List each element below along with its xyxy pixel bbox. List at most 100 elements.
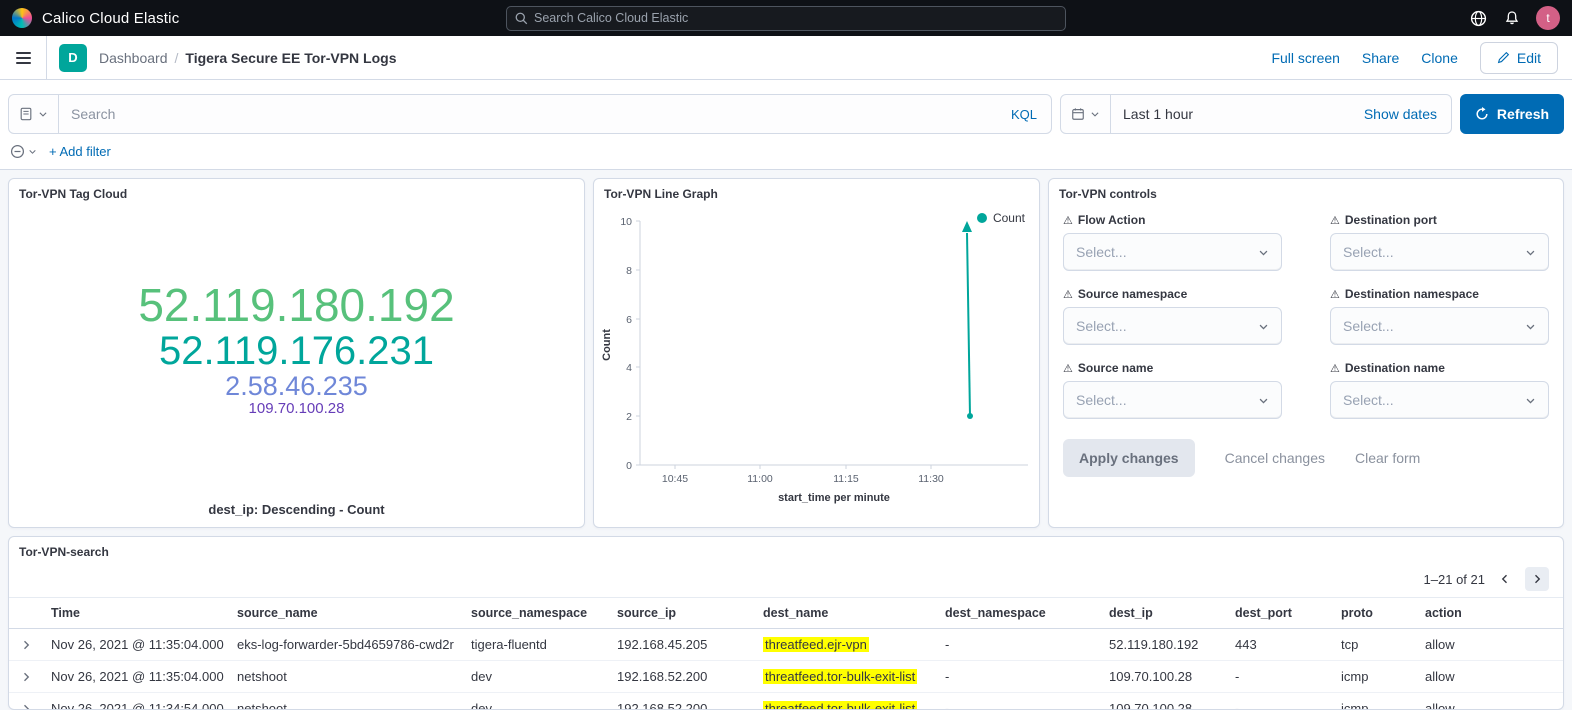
- edit-button[interactable]: Edit: [1480, 42, 1558, 74]
- svg-text:Count: Count: [601, 329, 613, 361]
- destination-namespace-select[interactable]: Select...: [1330, 307, 1549, 345]
- breadcrumb: Dashboard / Tigera Secure EE Tor-VPN Log…: [99, 50, 396, 66]
- svg-text:6: 6: [626, 314, 632, 326]
- query-language-button[interactable]: KQL: [1011, 107, 1051, 122]
- cell-time: Nov 26, 2021 @ 11:34:54.000: [43, 701, 229, 710]
- cell-dest-ip: 109.70.100.28: [1101, 669, 1227, 684]
- field-label: Source name: [1078, 361, 1153, 375]
- field-label: Flow Action: [1078, 213, 1146, 227]
- global-search-input[interactable]: [534, 11, 1057, 25]
- control-destination-port: ⚠Destination port Select...: [1330, 213, 1549, 271]
- table-header-row: Time source_name source_namespace source…: [9, 597, 1563, 629]
- refresh-icon: [1475, 107, 1489, 121]
- panels-row: Tor-VPN Tag Cloud 52.119.180.192 52.119.…: [8, 178, 1564, 528]
- elastic-logo-icon[interactable]: [12, 8, 32, 28]
- svg-text:0: 0: [626, 460, 632, 472]
- menu-button[interactable]: [0, 36, 47, 79]
- next-page-button[interactable]: [1525, 567, 1549, 591]
- highlighted-value: threatfeed.tor-bulk-exit-list: [763, 701, 917, 710]
- cell-source-namespace: tigera-fluentd: [463, 637, 609, 652]
- global-search[interactable]: [506, 6, 1066, 31]
- chevron-down-icon: [28, 147, 37, 156]
- expand-row-button[interactable]: [17, 703, 35, 710]
- field-label: Destination port: [1345, 213, 1437, 227]
- svg-text:10: 10: [620, 216, 632, 228]
- flow-action-select[interactable]: Select...: [1063, 233, 1282, 271]
- line-chart: 0 2 4 6 8 10 10:45 11:00 11:15 11:30 sta…: [596, 205, 1037, 525]
- source-name-select[interactable]: Select...: [1063, 381, 1282, 419]
- quick-select-menu-button[interactable]: [1061, 95, 1111, 133]
- cell-dest-namespace: -: [937, 701, 1101, 710]
- svg-text:11:15: 11:15: [833, 473, 859, 485]
- tag-1[interactable]: 52.119.176.231: [159, 330, 434, 372]
- topbar-actions: t: [1470, 6, 1560, 30]
- cell-dest-port: -: [1227, 701, 1333, 710]
- column-header-time: Time: [43, 598, 229, 628]
- cell-time: Nov 26, 2021 @ 11:35:04.000: [43, 637, 229, 652]
- cell-action: allow: [1417, 701, 1563, 710]
- cell-dest-name: threatfeed.tor-bulk-exit-list: [755, 701, 937, 710]
- user-avatar[interactable]: t: [1536, 6, 1560, 30]
- expand-row-button[interactable]: [17, 639, 35, 651]
- add-filter-button[interactable]: + Add filter: [49, 144, 111, 159]
- source-namespace-select[interactable]: Select...: [1063, 307, 1282, 345]
- apply-changes-button[interactable]: Apply changes: [1063, 439, 1195, 477]
- previous-page-button[interactable]: [1493, 567, 1517, 591]
- cell-dest-port: -: [1227, 669, 1333, 684]
- cancel-changes-button[interactable]: Cancel changes: [1225, 450, 1325, 466]
- chevron-down-icon: [1525, 247, 1536, 258]
- panel-title: Tor-VPN-search: [9, 537, 1563, 567]
- column-header-dest-namespace: dest_namespace: [937, 598, 1101, 628]
- column-header-dest-ip: dest_ip: [1101, 598, 1227, 628]
- show-dates-button[interactable]: Show dates: [1364, 106, 1451, 122]
- cell-source-ip: 192.168.52.200: [609, 669, 755, 684]
- saved-query-menu-button[interactable]: [9, 95, 59, 133]
- chevron-left-icon: [1499, 573, 1511, 585]
- filter-set-menu-button[interactable]: [10, 144, 37, 159]
- share-link[interactable]: Share: [1362, 50, 1399, 66]
- chevron-right-icon: [20, 671, 32, 683]
- cell-action: allow: [1417, 669, 1563, 684]
- field-label: Source namespace: [1078, 287, 1187, 301]
- warning-icon: ⚠: [1063, 362, 1073, 375]
- warning-icon: ⚠: [1330, 288, 1340, 301]
- panel-line-graph: Tor-VPN Line Graph Count 0 2 4 6: [593, 178, 1040, 528]
- column-header-action: action: [1417, 598, 1563, 628]
- destination-port-select[interactable]: Select...: [1330, 233, 1549, 271]
- help-icon[interactable]: [1470, 10, 1487, 27]
- app-window: Calico Cloud Elastic t D Dashboard / Tig…: [0, 0, 1572, 710]
- edit-button-label: Edit: [1517, 50, 1541, 66]
- tag-2[interactable]: 2.58.46.235: [225, 372, 368, 401]
- tag-cloud-caption: dest_ip: Descending - Count: [9, 502, 584, 517]
- controls-buttons: Apply changes Cancel changes Clear form: [1049, 419, 1563, 477]
- brand-title: Calico Cloud Elastic: [42, 10, 179, 27]
- clone-link[interactable]: Clone: [1421, 50, 1458, 66]
- column-header-source-name: source_name: [229, 598, 463, 628]
- cell-dest-name: threatfeed.ejr-vpn: [755, 637, 937, 652]
- tag-3[interactable]: 109.70.100.28: [249, 401, 345, 417]
- clear-form-button[interactable]: Clear form: [1355, 450, 1420, 466]
- refresh-button[interactable]: Refresh: [1460, 94, 1564, 134]
- chevron-right-icon: [1531, 573, 1543, 585]
- column-header-source-ip: source_ip: [609, 598, 755, 628]
- search-input[interactable]: [59, 95, 1011, 133]
- chevron-down-icon: [1525, 321, 1536, 332]
- time-range-value[interactable]: Last 1 hour: [1111, 106, 1205, 122]
- cell-source-name: eks-log-forwarder-5bd4659786-cwd2r: [229, 637, 463, 652]
- full-screen-link[interactable]: Full screen: [1271, 50, 1339, 66]
- alerts-icon[interactable]: [1503, 10, 1520, 27]
- destination-name-select[interactable]: Select...: [1330, 381, 1549, 419]
- expand-row-button[interactable]: [17, 671, 35, 683]
- column-header-dest-name: dest_name: [755, 598, 937, 628]
- breadcrumb-separator: /: [175, 50, 179, 66]
- nav-actions: Full screen Share Clone Edit: [1271, 42, 1572, 74]
- control-destination-name: ⚠Destination name Select...: [1330, 361, 1549, 419]
- pagination: 1–21 of 21: [9, 567, 1563, 597]
- tag-0[interactable]: 52.119.180.192: [138, 281, 454, 330]
- cell-time: Nov 26, 2021 @ 11:35:04.000: [43, 669, 229, 684]
- chevron-down-icon: [1258, 321, 1269, 332]
- breadcrumb-dashboard[interactable]: Dashboard: [99, 50, 168, 66]
- saved-query-icon: [19, 107, 33, 121]
- panel-search-table: Tor-VPN-search 1–21 of 21 Time source_na…: [8, 536, 1564, 710]
- chevron-right-icon: [20, 639, 32, 651]
